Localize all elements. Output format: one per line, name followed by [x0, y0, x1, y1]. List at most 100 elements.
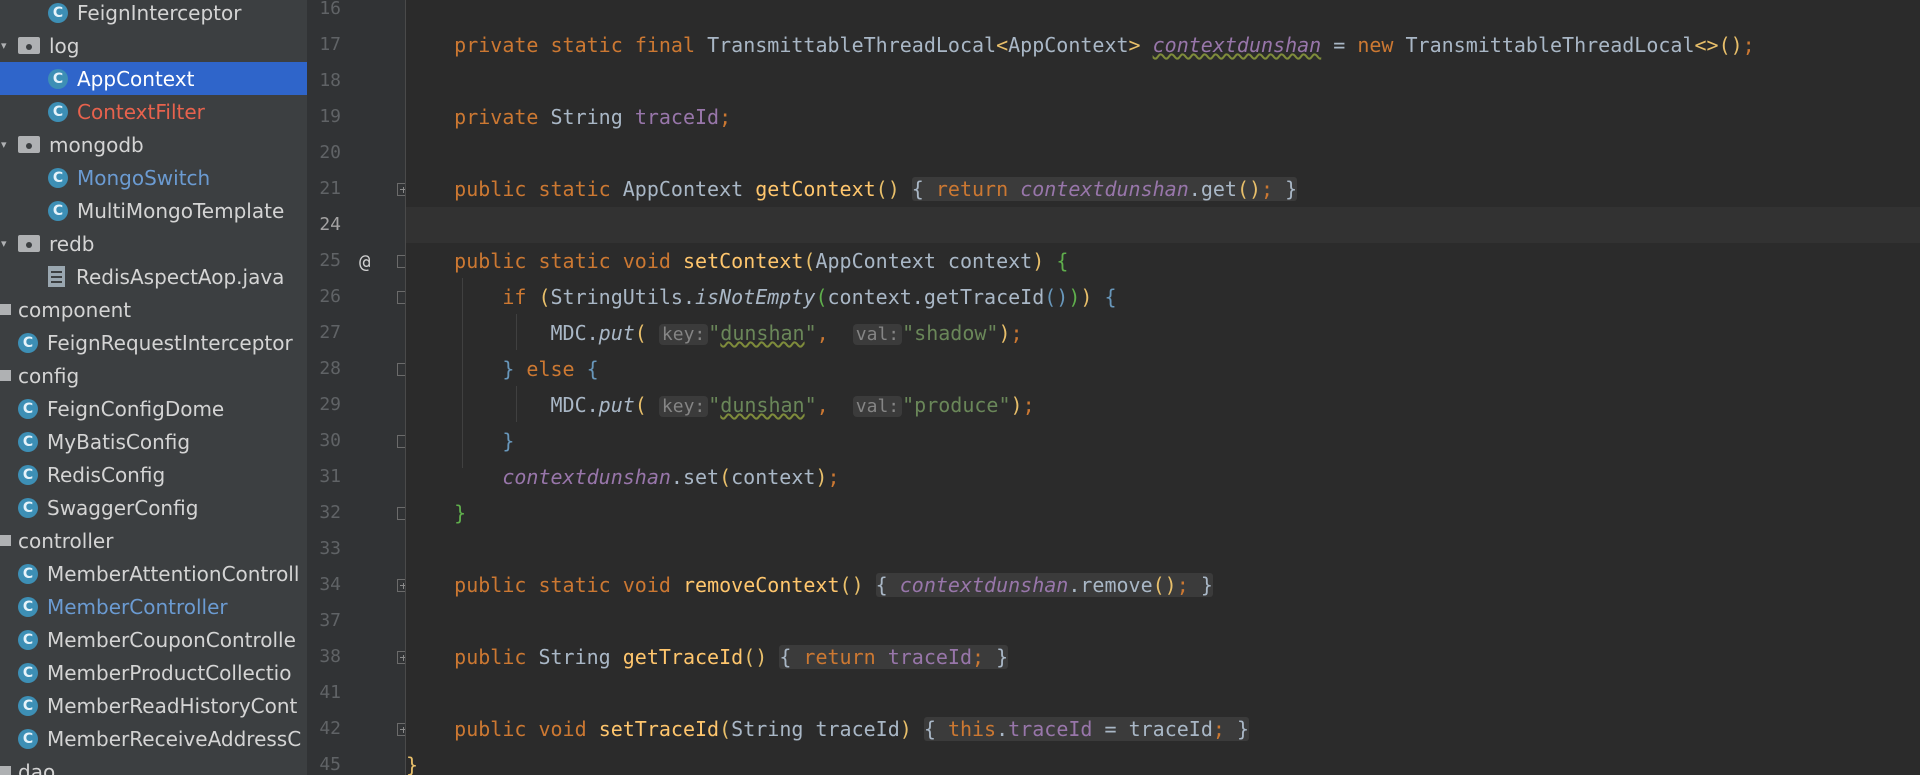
fold-toggle-icon[interactable] [397, 579, 405, 592]
line-number: 41 [319, 682, 341, 703]
fold-toggle-icon[interactable] [397, 651, 405, 664]
code-line-30[interactable]: } [406, 423, 1920, 459]
code-line-24-current[interactable] [406, 207, 1920, 243]
tree-item-feigninterceptor[interactable]: C FeignInterceptor [0, 0, 307, 29]
package-icon [0, 304, 11, 315]
tree-item-label: MyBatisConfig [47, 429, 191, 454]
fold-toggle-icon[interactable] [397, 255, 405, 268]
class-icon: C [18, 398, 38, 419]
tree-item-membercontroller[interactable]: C MemberController [0, 590, 307, 623]
keyword: public [454, 177, 527, 201]
tree-item-multimongotemplate[interactable]: C MultiMongoTemplate [0, 194, 307, 227]
fold-toggle-icon[interactable] [397, 435, 405, 448]
code-line-26[interactable]: if (StringUtils.isNotEmpty(context.getTr… [406, 279, 1920, 315]
folded-body[interactable]: { contextdunshan.remove(); } [875, 573, 1213, 597]
class-icon: C [18, 431, 38, 452]
chevron-down-icon[interactable]: ▾ [1, 39, 7, 52]
code-line-31[interactable]: contextdunshan.set(context); [406, 459, 1920, 495]
fold-toggle-icon[interactable] [397, 507, 405, 520]
tree-item-feignconfigdome[interactable]: C FeignConfigDome [0, 392, 307, 425]
code-line-45[interactable]: } [406, 747, 1920, 775]
tree-item-contextfilter[interactable]: C ContextFilter [0, 95, 307, 128]
tree-item-log[interactable]: ▾ log [0, 29, 307, 62]
tree-item-memberreadhistorycont[interactable]: C MemberReadHistoryCont [0, 689, 307, 722]
static-field: contextdunshan [1152, 33, 1322, 57]
code-line-28[interactable]: } else { [406, 351, 1920, 387]
keyword: this [947, 717, 997, 741]
code-line-16[interactable] [406, 0, 1920, 27]
type-name: String [538, 645, 611, 669]
code-line-32[interactable]: } [406, 495, 1920, 531]
method-name: removeContext [682, 573, 840, 597]
folded-body[interactable]: { return contextdunshan.get(); } [911, 177, 1298, 201]
code-line-42[interactable]: public void setTraceId(String traceId) {… [406, 711, 1920, 747]
code-editor[interactable]: private static final TransmittableThread… [406, 0, 1920, 775]
static-field: contextdunshan [1020, 177, 1189, 201]
tree-item-mongoswitch[interactable]: C MongoSwitch [0, 161, 307, 194]
folded-body[interactable]: { return traceId; } [779, 645, 1009, 669]
tree-item-label: MemberAttentionControll [47, 561, 300, 586]
code-line-18[interactable] [406, 63, 1920, 99]
fold-toggle-icon[interactable] [397, 291, 405, 304]
tree-item-swaggerconfig[interactable]: C SwaggerConfig [0, 491, 307, 524]
chevron-down-icon[interactable]: ▾ [1, 138, 7, 151]
tree-item-mybatisconfig[interactable]: C MyBatisConfig [0, 425, 307, 458]
tree-item-memberproductcollectio[interactable]: C MemberProductCollectio [0, 656, 307, 689]
line-number: 29 [319, 394, 341, 415]
tree-item-dao[interactable]: dao [0, 755, 307, 775]
code-line-20[interactable] [406, 135, 1920, 171]
tree-item-controller[interactable]: controller [0, 524, 307, 557]
line-number: 26 [319, 286, 341, 307]
code-line-21[interactable]: public static AppContext getContext() { … [406, 171, 1920, 207]
keyword: static [538, 177, 611, 201]
class-icon: C [48, 101, 68, 122]
package-folder-icon [18, 235, 40, 252]
keyword: else [526, 357, 575, 381]
code-line-34[interactable]: public static void removeContext() { con… [406, 567, 1920, 603]
fold-toggle-icon[interactable] [397, 363, 405, 376]
string-literal: "shadow" [902, 321, 999, 345]
tree-item-component[interactable]: component [0, 293, 307, 326]
fold-toggle-icon[interactable] [397, 723, 405, 736]
tree-item-redb[interactable]: ▾ redb [0, 227, 307, 260]
code-line-19[interactable]: private String traceId; [406, 99, 1920, 135]
keyword: if [502, 285, 527, 309]
tree-item-feignrequestinterceptor[interactable]: C FeignRequestInterceptor [0, 326, 307, 359]
fold-toggle-icon[interactable] [397, 183, 405, 196]
code-line-38[interactable]: public String getTraceId() { return trac… [406, 639, 1920, 675]
line-number: 34 [319, 574, 341, 595]
method-name: setTraceId [598, 717, 720, 741]
tree-item-appcontext[interactable]: C AppContext [0, 62, 307, 95]
keyword: new [1357, 33, 1394, 57]
code-line-17[interactable]: private static final TransmittableThread… [406, 27, 1920, 63]
param-hint: val: [852, 324, 903, 345]
keyword: public [454, 249, 527, 273]
code-line-33[interactable] [406, 531, 1920, 567]
tree-item-memberattentioncontroll[interactable]: C MemberAttentionControll [0, 557, 307, 590]
type-name: TransmittableThreadLocal [707, 33, 997, 57]
code-line-37[interactable] [406, 603, 1920, 639]
class-icon: C [18, 563, 38, 584]
code-line-29[interactable]: MDC.put( key: "dunshan", val: "produce"); [406, 387, 1920, 423]
class-icon: C [48, 200, 68, 221]
line-number: 19 [319, 106, 341, 127]
tree-item-redisconfig[interactable]: C RedisConfig [0, 458, 307, 491]
line-number: 16 [319, 0, 341, 19]
code-line-27[interactable]: MDC.put( key: "dunshan", val: "shadow"); [406, 315, 1920, 351]
tree-item-membercouponcontrolle[interactable]: C MemberCouponControlle [0, 623, 307, 656]
override-marker-icon[interactable]: @ [359, 251, 370, 273]
code-line-41[interactable] [406, 675, 1920, 711]
tree-item-label: MemberReadHistoryCont [47, 693, 298, 718]
chevron-down-icon[interactable]: ▾ [1, 237, 7, 250]
tree-item-redisaspectaop-java[interactable]: RedisAspectAop.java [0, 260, 307, 293]
tree-item-memberreceiveaddressc[interactable]: C MemberReceiveAddressC [0, 722, 307, 755]
package-folder-icon [18, 136, 40, 153]
folded-body[interactable]: { this.traceId = traceId; } [923, 717, 1250, 741]
tree-item-config[interactable]: config [0, 359, 307, 392]
tree-item-label: controller [18, 528, 114, 553]
param-name: context [731, 465, 816, 489]
code-line-25[interactable]: public static void setContext(AppContext… [406, 243, 1920, 279]
line-number: 21 [319, 178, 341, 199]
tree-item-mongodb[interactable]: ▾ mongodb [0, 128, 307, 161]
class-ref: MDC [550, 393, 587, 417]
